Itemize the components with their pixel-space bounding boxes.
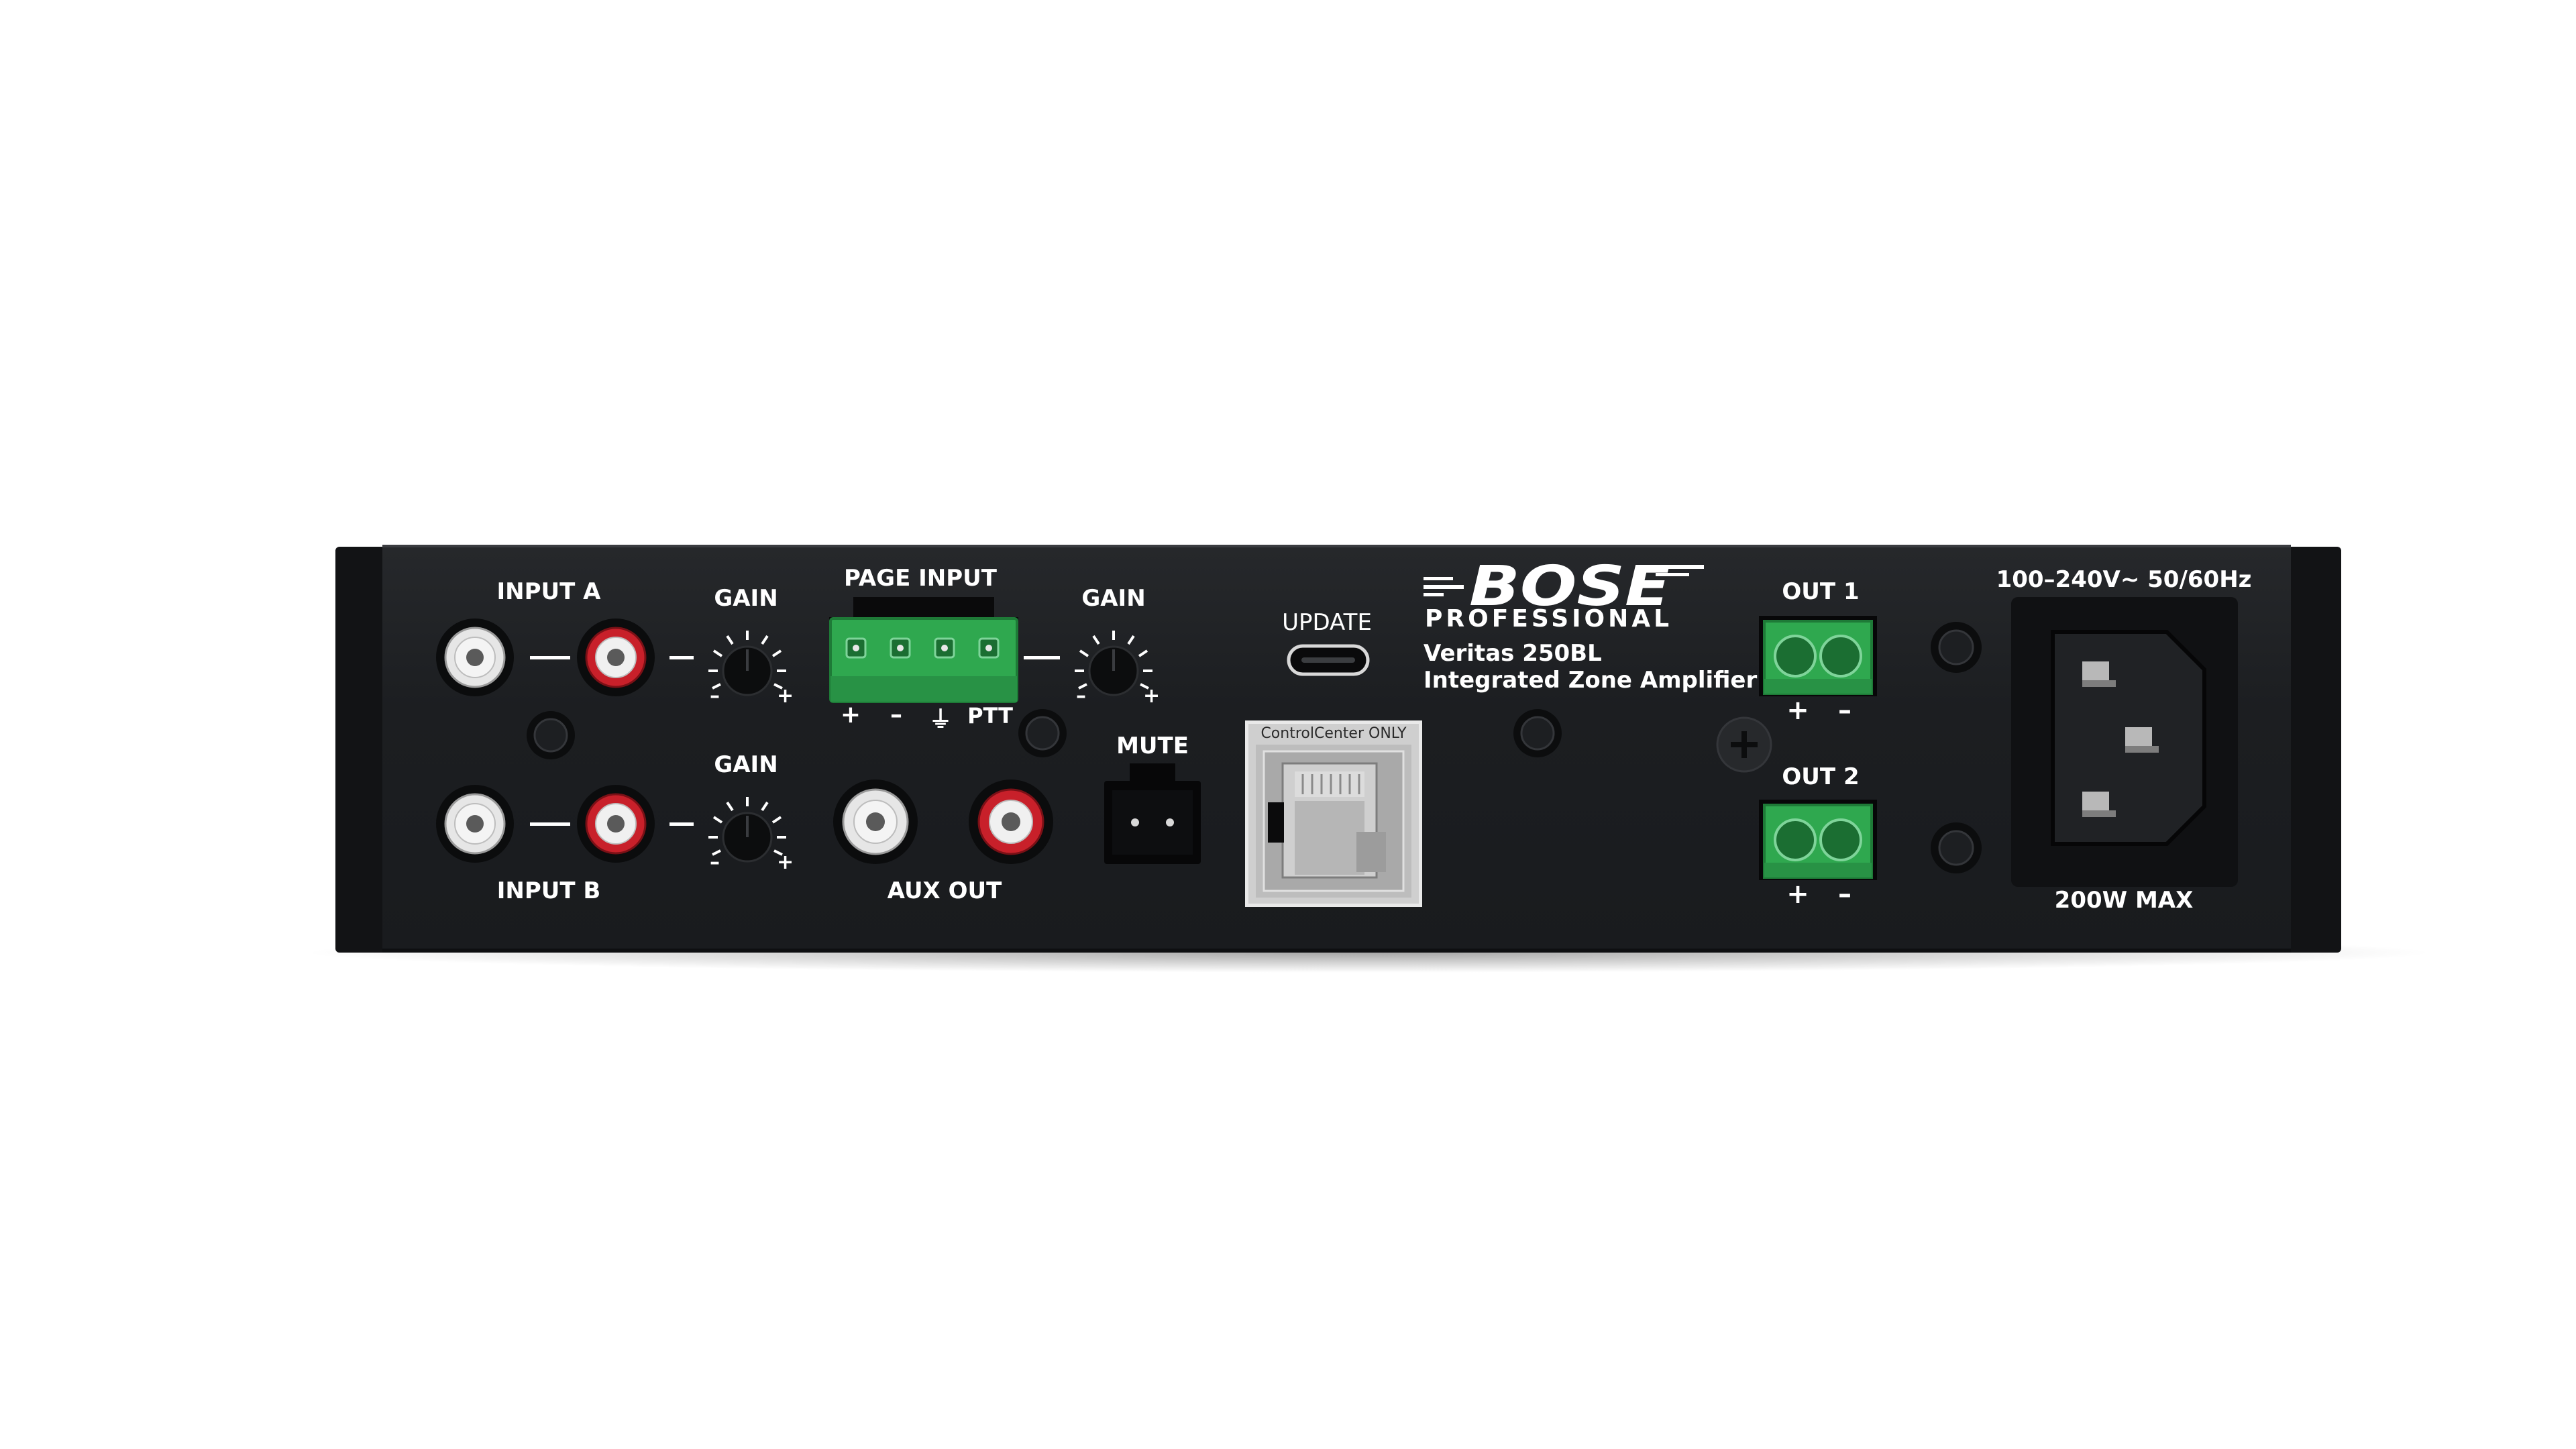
input-a-label: INPUT A	[496, 578, 601, 605]
page-gain-knob[interactable]: – +	[1064, 619, 1165, 708]
bose-logo-wordmark: BOSE	[1469, 558, 1670, 610]
out2-plus-label: +	[1786, 879, 1809, 910]
mounting-screw	[1929, 821, 1983, 875]
input-b-gain-link-line	[669, 822, 694, 826]
svg-text:+: +	[777, 684, 794, 706]
model-name: Veritas 250BL	[1424, 640, 1602, 667]
aux-out-label: AUX OUT	[887, 877, 1002, 904]
svg-text:+: +	[777, 851, 794, 872]
mute-label: MUTE	[1116, 733, 1189, 759]
mounting-screw	[1929, 621, 1983, 674]
out1-minus-label: –	[1838, 695, 1851, 726]
input-a-gain-label: GAIN	[714, 585, 778, 612]
bose-logo: BOSE	[1424, 555, 1705, 619]
input-b-left-rca-jack[interactable]	[435, 784, 515, 864]
aux-out-right-rca-jack[interactable]	[967, 778, 1055, 865]
right-rack-end-cap	[2284, 547, 2341, 953]
svg-text:–: –	[710, 684, 720, 706]
mute-connector[interactable]	[1102, 762, 1203, 865]
page-input-label: PAGE INPUT	[844, 565, 997, 592]
update-label: UPDATE	[1282, 609, 1372, 636]
product-image-canvas: INPUT A GAIN – + GAIN – + INPUT B PAGE I…	[0, 0, 2576, 1449]
page-terminal-plus-label: +	[840, 701, 861, 729]
input-b-link-line	[530, 822, 570, 826]
model-description: Integrated Zone Amplifier	[1424, 667, 1758, 694]
chassis-ground-plus-screw	[1716, 716, 1772, 773]
power-rating-label: 100–240V~ 50/60Hz	[1996, 566, 2252, 593]
iec-power-inlet[interactable]	[2011, 597, 2238, 887]
svg-text:–: –	[710, 851, 720, 872]
input-a-right-rca-jack[interactable]	[576, 617, 656, 698]
input-b-gain-label: GAIN	[714, 751, 778, 778]
left-rack-end-cap	[335, 547, 389, 953]
page-input-terminal-block[interactable]	[826, 596, 1021, 703]
page-terminal-minus-label: –	[890, 701, 902, 729]
aux-out-left-rca-jack[interactable]	[832, 778, 919, 865]
ground-screw	[525, 710, 576, 761]
input-a-gain-knob[interactable]: – +	[698, 619, 798, 708]
usb-c-update-port[interactable]	[1287, 644, 1370, 676]
input-b-gain-knob[interactable]: – +	[698, 785, 798, 874]
page-gain-label: GAIN	[1081, 585, 1146, 612]
max-power-label: 200W MAX	[2054, 887, 2194, 914]
svg-text:+: +	[1143, 684, 1160, 706]
out2-speaker-terminal[interactable]	[1758, 798, 1878, 881]
page-gain-link-line	[1024, 656, 1060, 659]
professional-label: PROFESSIONAL	[1425, 605, 1673, 633]
input-a-left-rca-jack[interactable]	[435, 617, 515, 698]
input-b-label: INPUT B	[496, 877, 601, 904]
input-a-link-line	[530, 656, 570, 659]
out2-label: OUT 2	[1782, 763, 1860, 790]
out1-plus-label: +	[1786, 695, 1809, 726]
svg-text:–: –	[1076, 684, 1086, 706]
ethernet-rj45-port[interactable]	[1256, 745, 1411, 898]
input-b-right-rca-jack[interactable]	[576, 784, 656, 864]
ground-screw	[1017, 708, 1068, 759]
input-a-gain-link-line	[669, 656, 694, 659]
control-center-only-label: ControlCenter ONLY	[1260, 725, 1407, 742]
out2-minus-label: –	[1838, 879, 1851, 910]
page-terminal-ground-label: ⏚	[929, 706, 952, 733]
page-terminal-ptt-label: PTT	[967, 703, 1013, 729]
out1-label: OUT 1	[1782, 578, 1860, 605]
out1-speaker-terminal[interactable]	[1758, 614, 1878, 698]
ground-screw	[1512, 708, 1563, 759]
